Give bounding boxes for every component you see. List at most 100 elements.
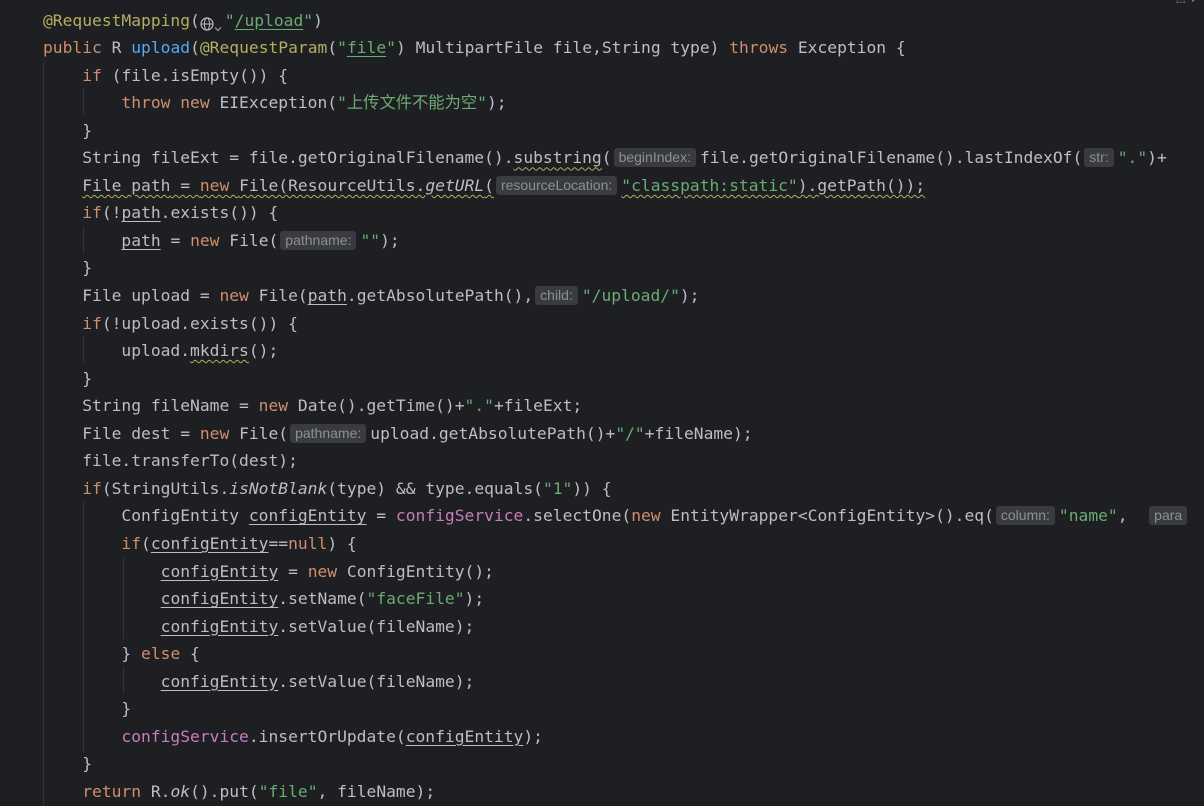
code-token: new [307, 561, 347, 581]
code-token: ( [190, 38, 200, 58]
code-token: File(ResourceUtils. [239, 175, 426, 195]
code-token: ().put( [190, 781, 259, 801]
code-token: throws [729, 38, 798, 58]
code-token: .insertOrUpdate( [248, 726, 406, 746]
code-token: (file.isEmpty()) { [111, 65, 289, 85]
code-line[interactable]: path = new File(pathname: ""); [43, 227, 400, 255]
code-token: @RequestParam [199, 38, 328, 58]
code-line[interactable]: if(StringUtils.isNotBlank(type) && type.… [43, 475, 611, 503]
code-token: " [386, 38, 396, 58]
code-token: new [258, 396, 298, 416]
code-token: )+ [1147, 148, 1167, 168]
code-line[interactable]: public R upload(@RequestParam("file") Mu… [43, 34, 906, 62]
code-line[interactable]: File dest = new File(pathname: upload.get… [43, 420, 753, 448]
code-token: == [268, 533, 289, 553]
code-token: ); [486, 93, 507, 113]
code-line[interactable]: configService.insertOrUpdate(configEntit… [43, 723, 543, 751]
code-token: ( [141, 533, 151, 553]
code-token: .setValue(fileName); [278, 671, 475, 691]
code-token: } [121, 644, 142, 664]
code-line[interactable]: file.transferTo(dest); [43, 447, 298, 475]
code-line[interactable]: String fileExt = file.getOriginalFilenam… [43, 144, 1167, 172]
code-line[interactable]: } else { [43, 640, 199, 668]
code-token: .exists()) { [160, 203, 279, 223]
chevron-down-icon[interactable] [214, 14, 222, 32]
code-token: upload.getAbsolutePath()+ [370, 423, 616, 443]
parameter-hint: beginIndex: [613, 148, 696, 168]
code-line[interactable]: } [43, 117, 92, 145]
code-token: = [170, 175, 200, 195]
code-line[interactable]: configEntity.setValue(fileName); [43, 613, 475, 641]
code-token: "1" [542, 478, 573, 498]
code-token: ConfigEntity(); [346, 561, 494, 581]
code-line[interactable]: configEntity.setValue(fileName); [43, 668, 475, 696]
code-token: R. [150, 781, 171, 801]
code-token: configEntity [160, 561, 279, 581]
code-token: (StringUtils. [101, 478, 230, 498]
code-line[interactable]: } [43, 254, 92, 282]
code-token: configEntity [150, 533, 269, 553]
code-line[interactable]: if(!path.exists()) { [43, 199, 278, 227]
code-line[interactable]: String fileName = new Date().getTime()+"… [43, 392, 582, 420]
code-line[interactable]: File path = new File(ResourceUtils.getUR… [43, 172, 925, 200]
code-line[interactable]: upload.mkdirs(); [43, 337, 278, 365]
code-token: throw new [121, 93, 220, 113]
code-editor[interactable]: ⚠ ✓ @RequestMapping("/upload")public R u… [0, 0, 1204, 806]
code-token: Exception { [797, 38, 906, 58]
code-line[interactable]: if(!upload.exists()) { [43, 310, 298, 338]
code-token: File dest = [82, 423, 200, 443]
code-token: new [190, 230, 230, 250]
code-line[interactable]: ConfigEntity configEntity = configServic… [43, 502, 1191, 530]
code-line[interactable]: if (file.isEmpty()) { [43, 62, 288, 90]
code-line[interactable]: throw new EIException("上传文件不能为空"); [43, 89, 507, 117]
code-token: .getAbsolutePath(), [346, 286, 534, 305]
code-line[interactable]: configEntity.setName("faceFile"); [43, 585, 485, 613]
code-line[interactable]: return R.ok().put("file", fileName); [43, 778, 435, 806]
code-token: File( [239, 423, 289, 443]
code-line[interactable]: File upload = new File(path.getAbsoluteP… [43, 282, 699, 310]
code-token: ConfigEntity [121, 506, 249, 526]
code-token: upload [131, 38, 191, 58]
code-token: File( [229, 230, 279, 250]
code-token: Date().getTime()+ [297, 396, 465, 416]
code-token: ( [190, 10, 200, 30]
code-line[interactable]: } [43, 695, 131, 723]
parameter-hint: column: [995, 506, 1055, 526]
code-token: new [199, 423, 240, 443]
code-token: if [82, 65, 112, 85]
code-token: "." [1117, 148, 1148, 168]
code-token: mkdirs [190, 341, 249, 361]
code-line[interactable]: } [43, 365, 92, 393]
code-token: } [82, 258, 93, 278]
code-token: else [141, 644, 191, 664]
code-token: ); [464, 589, 485, 609]
code-token: (! [101, 203, 122, 223]
code-token: , fileName); [317, 781, 436, 801]
code-token: .selectOne( [523, 506, 632, 526]
code-line[interactable]: @RequestMapping("/upload") [43, 7, 323, 35]
code-line[interactable]: if(configEntity==null) { [43, 530, 356, 558]
code-token: configEntity [160, 589, 279, 609]
globe-icon[interactable] [200, 12, 214, 31]
code-token: configEntity [405, 726, 524, 746]
code-token: "/upload/" [581, 286, 680, 305]
code-token: configService [121, 726, 249, 746]
code-token: "上传文件不能为空" [337, 93, 487, 113]
code-line[interactable]: configEntity = new ConfigEntity(); [43, 558, 494, 586]
code-token: String fileName = [82, 396, 259, 416]
code-line[interactable]: } [43, 750, 92, 778]
code-token: +fileName); [644, 423, 753, 443]
code-token: "/" [615, 423, 645, 443]
code-token: upload. [121, 341, 191, 361]
code-token: (!upload.exists()) { [101, 313, 298, 333]
